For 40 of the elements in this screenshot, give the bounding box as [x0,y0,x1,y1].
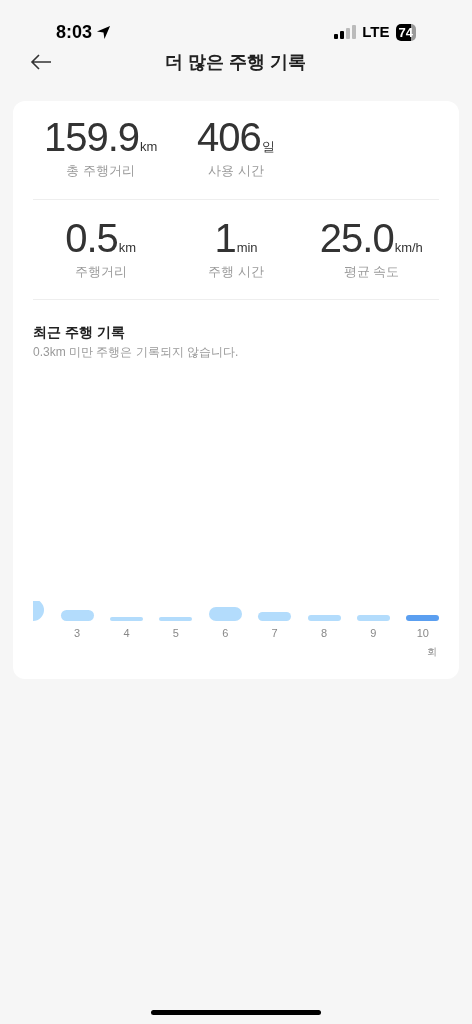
stat-label: 총 주행거리 [66,162,135,180]
chart-label: 4 [123,626,130,641]
chart-label: 3 [74,626,81,641]
chart-bar[interactable] [307,615,341,621]
page-title: 더 많은 주행 기록 [165,50,307,74]
location-icon [96,24,112,40]
chart-label: 5 [172,626,179,641]
section-title: 최근 주행 기록 [33,323,126,342]
stat-value: 406 [197,117,261,157]
chart-label: 6 [222,626,229,641]
stat-label: 주행거리 [74,262,127,281]
stat-value: 159.9 [43,117,140,157]
stat-value: 1 [214,217,236,258]
chart-bar[interactable] [208,607,242,621]
chart-label: 9 [370,626,377,641]
stat-unit: min [236,238,258,257]
chart-unit: 회 [427,644,437,659]
stat-label: 평균 속도 [343,262,400,281]
stat-unit: 일 [261,138,275,156]
chart-bar[interactable] [356,615,390,621]
chart-bar[interactable] [406,615,439,621]
chart-label: 7 [271,626,278,641]
stat-label: 주행 시간 [208,262,264,281]
stat-unit: km [140,138,158,156]
stat-value: 0.5 [65,217,118,258]
signal-icon [334,25,357,39]
chart-bar[interactable] [159,617,193,621]
chart-label: 10 [416,626,429,641]
chart-bar[interactable] [109,617,143,621]
section-note: 0.3km 미만 주행은 기록되지 않습니다. [33,344,240,361]
stat-label: 사용 시간 [208,162,264,180]
chart-label: 8 [320,626,328,641]
network-label: LTE [362,21,390,42]
chart-bar[interactable] [60,610,94,621]
chart-bar[interactable] [258,612,292,621]
stat-value: 25.0 [319,217,394,258]
back-arrow-icon[interactable] [30,54,52,70]
stat-unit: km/h [394,238,423,257]
status-time: 8:03 [56,20,93,44]
stat-unit: km [118,238,137,257]
